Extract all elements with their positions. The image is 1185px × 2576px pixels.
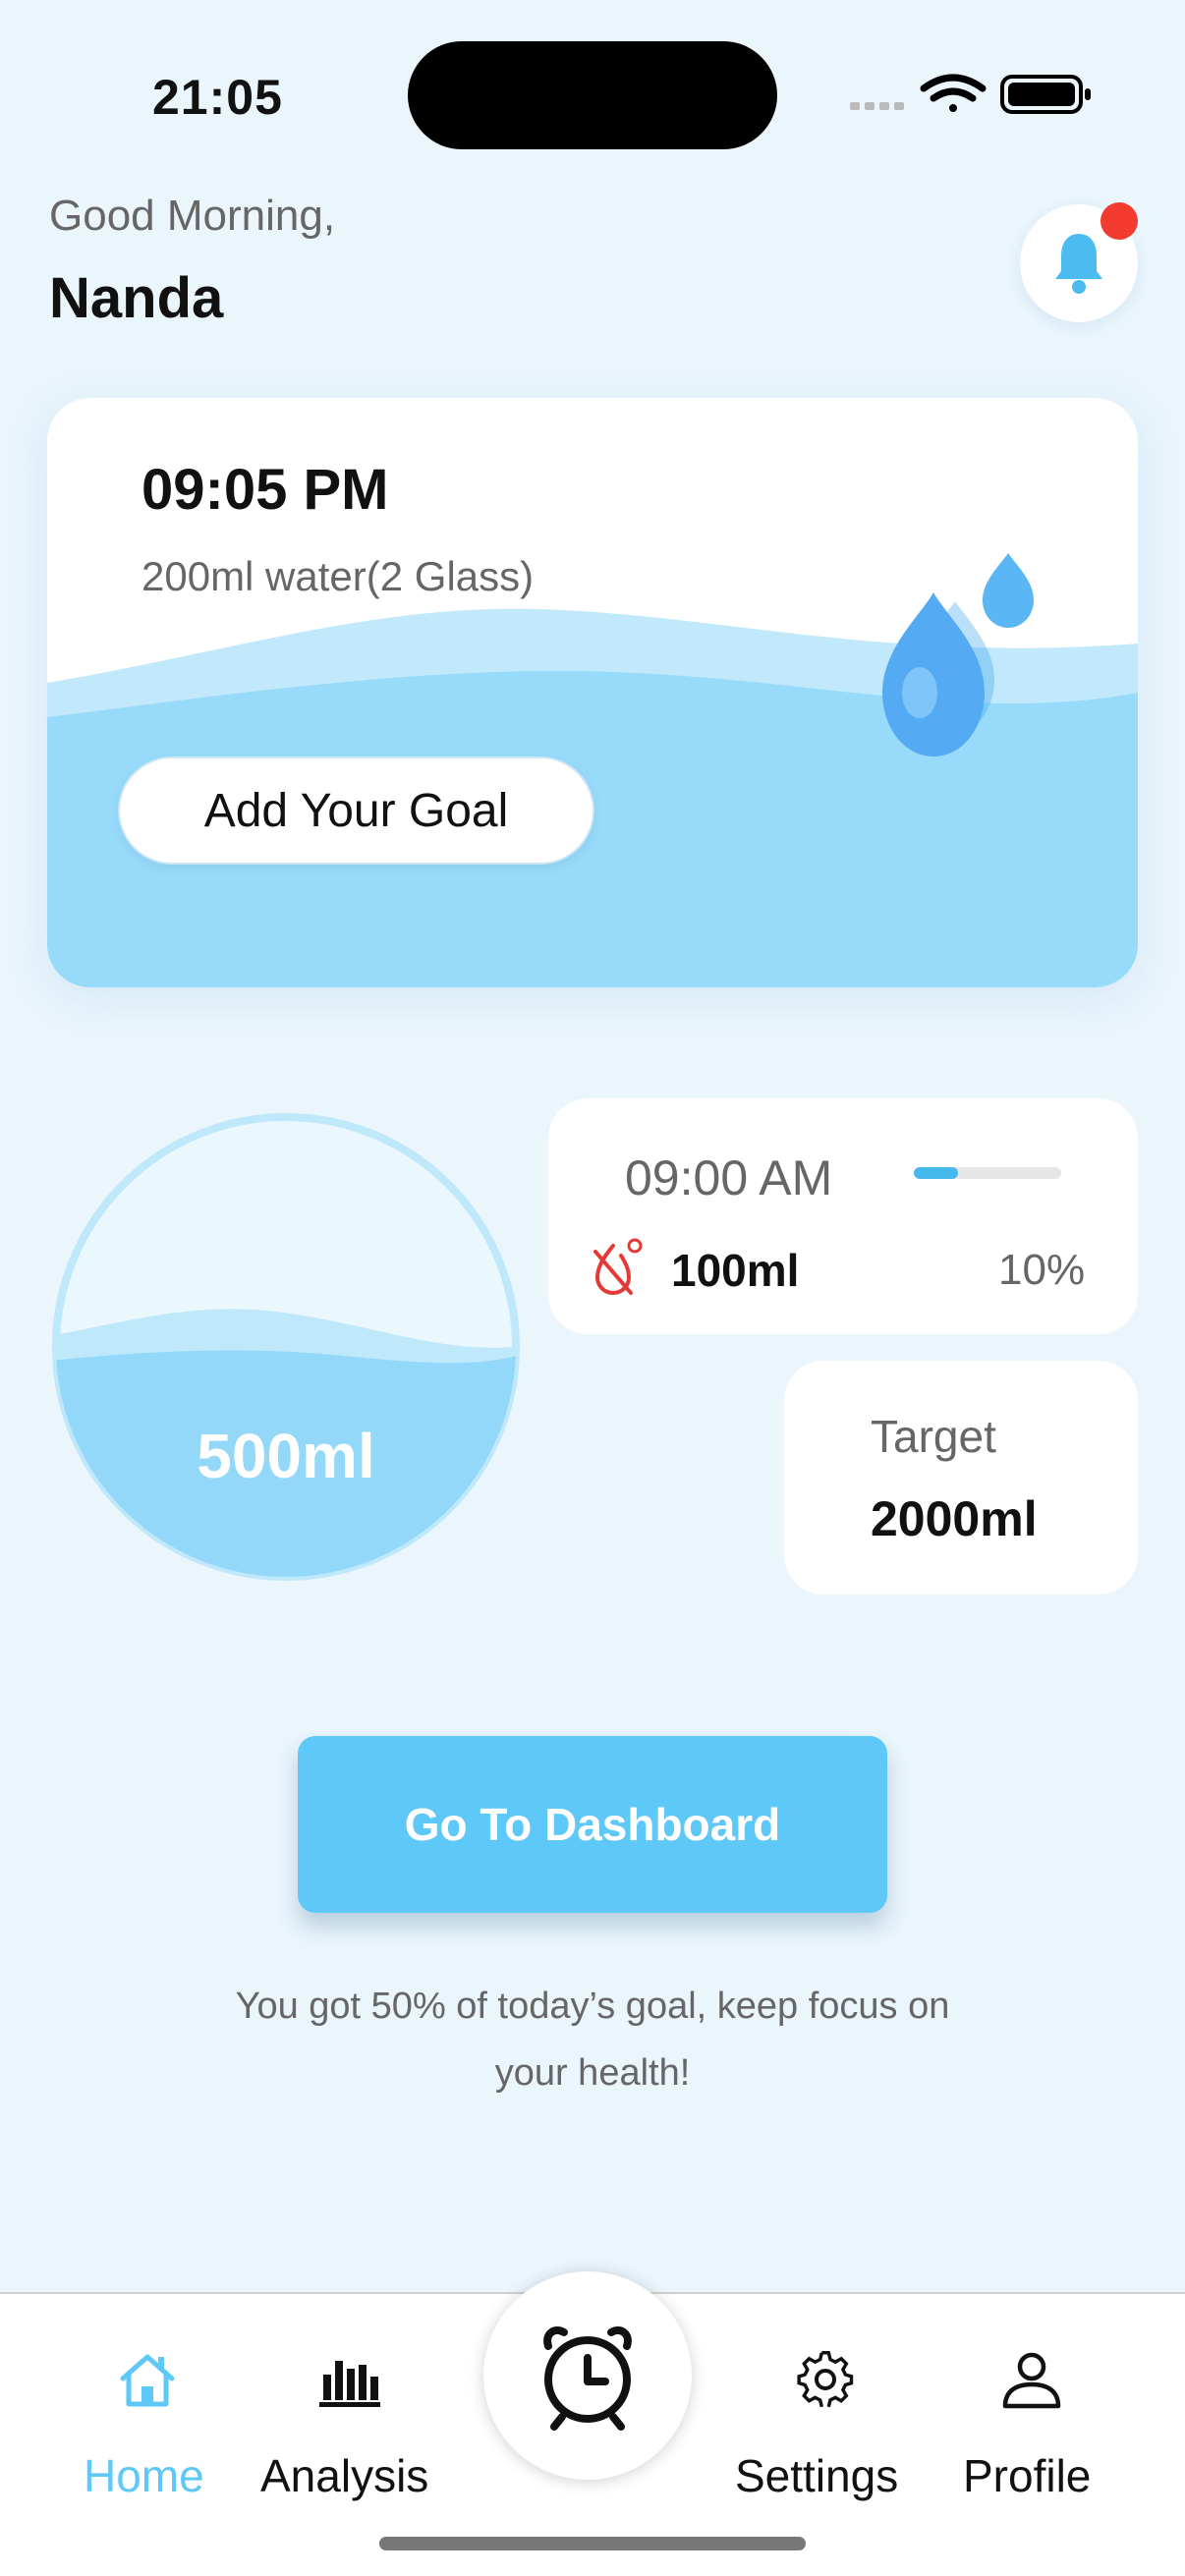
reminder-progress-fill bbox=[914, 1167, 958, 1179]
add-goal-button[interactable]: Add Your Goal bbox=[118, 756, 594, 865]
reminder-volume: 100ml bbox=[671, 1245, 800, 1296]
goal-card: 09:05 PM 200ml water(2 Glass) Add Your G… bbox=[47, 398, 1138, 987]
reminder-time: 09:00 AM bbox=[625, 1150, 833, 1205]
signal-icon bbox=[850, 102, 904, 110]
target-value: 2000ml bbox=[871, 1491, 1038, 1546]
tab-analysis[interactable]: Analysis bbox=[251, 2294, 447, 2520]
tab-label-profile: Profile bbox=[963, 2450, 1092, 2501]
home-indicator bbox=[379, 2537, 806, 2550]
status-bar: 21:05 bbox=[0, 0, 1185, 187]
status-icons bbox=[850, 74, 1091, 114]
tab-label-settings: Settings bbox=[735, 2450, 899, 2501]
motivation-text: You got 50% of today’s goal, keep focus … bbox=[235, 1986, 950, 2094]
tab-settings[interactable]: Settings bbox=[727, 2294, 924, 2520]
battery-icon bbox=[1000, 75, 1091, 114]
target-card: Target 2000ml bbox=[784, 1361, 1138, 1595]
reminder-progress-bar bbox=[914, 1167, 1061, 1179]
add-reminder-button[interactable] bbox=[483, 2271, 692, 2480]
reminder-percent: 10% bbox=[998, 1246, 1086, 1294]
status-time: 21:05 bbox=[152, 70, 283, 125]
water-cup-gauge bbox=[52, 1113, 520, 1581]
reminder-card[interactable]: 09:00 AM 100ml 10% bbox=[548, 1098, 1138, 1334]
tab-label-analysis: Analysis bbox=[260, 2450, 429, 2501]
tab-profile[interactable]: Profile bbox=[948, 2294, 1115, 2520]
dynamic-island bbox=[408, 41, 777, 149]
cup-volume-label: 500ml bbox=[197, 1421, 375, 1491]
tab-home[interactable]: Home bbox=[69, 2294, 226, 2520]
goal-amount: 200ml water(2 Glass) bbox=[141, 553, 535, 599]
alarm-clock-icon bbox=[543, 2325, 632, 2431]
person-icon bbox=[1002, 2352, 1061, 2409]
alarm-off-icon bbox=[593, 1238, 643, 1296]
home-icon bbox=[120, 2354, 175, 2407]
tab-label-home: Home bbox=[84, 2450, 204, 2501]
target-label: Target bbox=[871, 1411, 996, 1462]
bar-chart-icon bbox=[319, 2361, 380, 2407]
go-to-dashboard-button[interactable]: Go To Dashboard bbox=[298, 1736, 887, 1913]
greeting-text: Good Morning, bbox=[49, 192, 336, 240]
wifi-icon bbox=[920, 74, 987, 112]
user-name: Nanda bbox=[49, 266, 224, 330]
gear-icon bbox=[797, 2351, 854, 2408]
notification-badge bbox=[1100, 202, 1138, 240]
goal-time: 09:05 PM bbox=[141, 458, 389, 522]
